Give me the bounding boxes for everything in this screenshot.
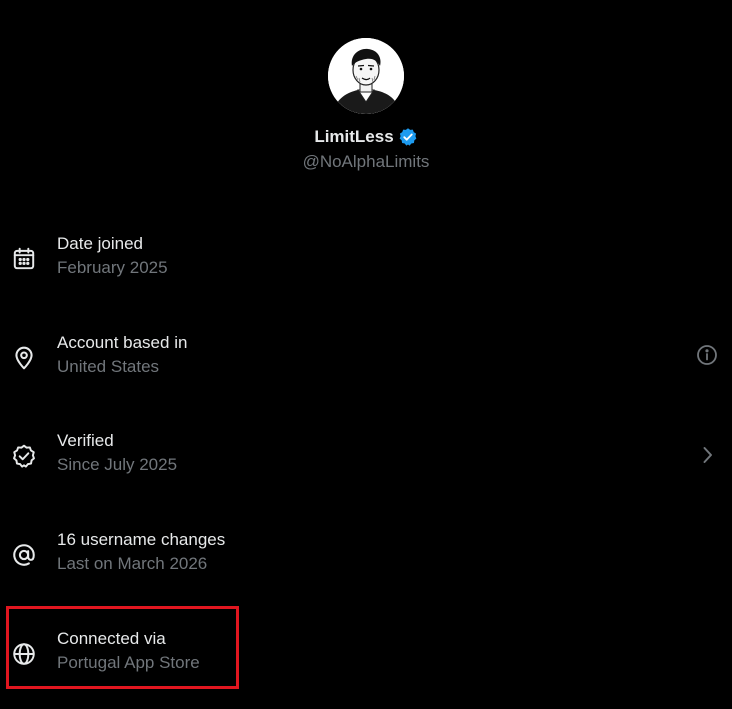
account-based-in-row: Account based in United States (0, 333, 732, 393)
name-row: LimitLess (0, 126, 732, 148)
row-value: Last on March 2026 (57, 554, 208, 573)
row-label: Date joined (57, 234, 144, 253)
avatar[interactable] (328, 38, 404, 114)
row-value: Portugal App Store (57, 653, 200, 672)
verified-badge-icon (398, 127, 418, 147)
row-value: February 2025 (57, 258, 168, 277)
username-changes-row: 16 username changes Last on March 2026 (0, 530, 732, 590)
row-value: Since July 2025 (57, 455, 178, 474)
location-pin-icon (11, 345, 37, 371)
avatar-illustration (328, 38, 404, 114)
row-label: 16 username changes (57, 530, 226, 549)
connected-via-row: Connected via Portugal App Store (0, 629, 732, 689)
display-name: LimitLess (314, 127, 394, 146)
row-label: Account based in (57, 333, 188, 352)
profile-header: LimitLess @NoAlphaLimits (0, 38, 732, 172)
at-sign-icon (11, 542, 37, 568)
verified-check-icon (11, 443, 37, 469)
globe-icon (11, 641, 37, 667)
profile-handle: @NoAlphaLimits (302, 152, 430, 171)
calendar-icon (11, 246, 37, 272)
verified-row[interactable]: Verified Since July 2025 (0, 431, 732, 491)
row-label: Connected via (57, 629, 166, 648)
row-value: United States (57, 357, 160, 376)
chevron-right-icon (695, 443, 719, 467)
info-icon[interactable] (695, 343, 719, 367)
row-label: Verified (57, 431, 114, 450)
date-joined-row: Date joined February 2025 (0, 234, 732, 294)
